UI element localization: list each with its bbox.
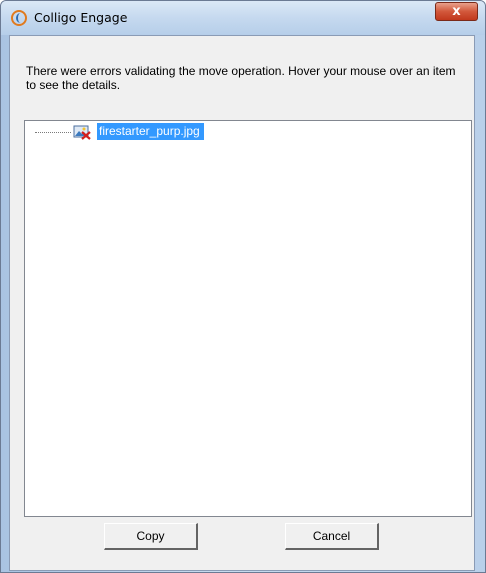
error-tree-view[interactable]: firestarter_purp.jpg: [24, 120, 472, 517]
close-button[interactable]: x: [435, 2, 478, 21]
error-message: There were errors validating the move op…: [26, 64, 456, 92]
image-file-error-icon: [73, 125, 91, 140]
tree-connector-line: [35, 132, 71, 133]
close-x-icon: x: [452, 4, 461, 19]
window-title: Colligo Engage: [34, 10, 128, 25]
cancel-button[interactable]: Cancel: [285, 523, 379, 550]
title-bar[interactable]: Colligo Engage x: [1, 1, 485, 35]
tree-item-label[interactable]: firestarter_purp.jpg: [97, 123, 204, 140]
colligo-logo-icon: [11, 10, 27, 26]
copy-button[interactable]: Copy: [104, 523, 198, 550]
